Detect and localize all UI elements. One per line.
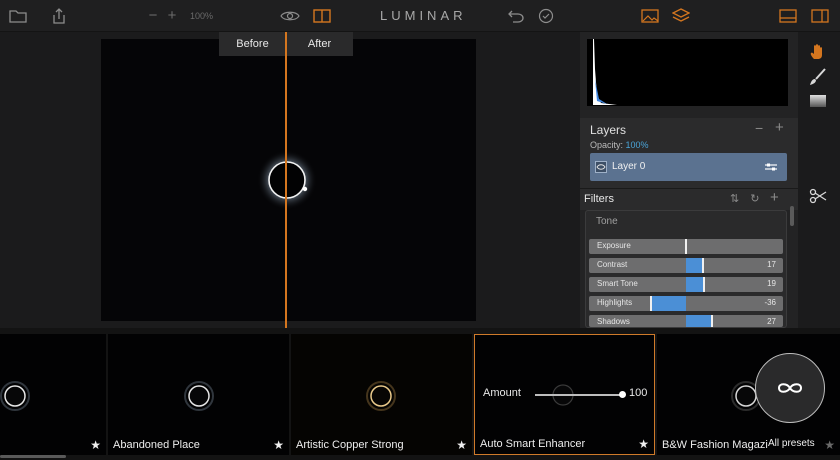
presets-scrollbar[interactable] [0,455,66,458]
zoom-level[interactable]: 100% [190,11,213,21]
slider-label: Highlights [597,298,633,307]
slider-value: 17 [767,260,776,269]
smart-tone-slider[interactable]: Smart Tone 19 [589,277,783,292]
infinity-icon [777,383,803,393]
slider-label: Smart Tone [597,279,638,288]
favorite-star-icon[interactable]: ★ [638,437,649,451]
add-filter-icon[interactable]: + [770,189,779,206]
zoom-in-icon[interactable]: + [162,5,182,25]
eye-preview-icon[interactable] [280,6,300,26]
favorite-star-icon[interactable]: ★ [456,438,467,452]
highlights-slider[interactable]: Highlights -36 [589,296,783,311]
tone-title: Tone [596,216,618,227]
exposure-slider[interactable]: Exposure [589,239,783,254]
opacity-label: Opacity: [590,140,624,150]
tone-filter-panel: Tone Exposure Contrast 17 Smart Tone 19 [585,210,787,328]
opacity-row[interactable]: Opacity: 100% [590,140,649,150]
filters-scrollbar[interactable] [790,206,794,226]
remove-layer-icon[interactable]: − [755,120,763,136]
history-check-icon[interactable] [536,6,556,26]
app-title: LUMINAR [380,8,467,23]
after-label: After [307,38,332,50]
filmstrip-layout-icon[interactable] [778,6,798,26]
sidebar-layout-icon[interactable] [810,6,830,26]
compare-split-icon[interactable] [312,6,332,26]
filter-sort-icon[interactable]: ⇅ [730,193,739,205]
shadows-slider[interactable]: Shadows 27 [589,315,783,327]
opacity-value: 100% [625,140,649,150]
slider-fill [686,277,704,292]
slider-knob[interactable] [711,315,713,327]
slider-fill [686,315,712,327]
layer-settings-icon[interactable] [764,161,778,173]
slider-knob[interactable] [703,277,705,292]
amount-value: 100 [629,387,648,399]
slider-value: 19 [767,279,776,288]
top-toolbar: − + 100% LUMINAR [0,0,840,32]
contrast-slider[interactable]: Contrast 17 [589,258,783,273]
filters-title: Filters [584,193,614,205]
amount-label: Amount [483,387,521,399]
layers-icon[interactable] [671,6,691,26]
hand-tool-icon[interactable] [809,43,829,63]
preset-thumbnail-selected[interactable]: Amount 100 Auto Smart Enhancer ★ [474,334,655,455]
slider-label: Exposure [597,241,631,250]
filter-refresh-icon[interactable]: ↻ [750,193,759,205]
slider-value: -36 [764,298,776,307]
filters-header: Filters ⇅ ↻ + [580,188,798,210]
preset-thumbnail[interactable]: ★ [0,334,106,455]
slider-knob[interactable] [702,258,704,273]
open-folder-icon[interactable] [8,6,28,26]
all-presets-button[interactable] [755,353,825,423]
slider-knob[interactable] [685,239,687,254]
slider-fill [686,258,703,273]
share-icon[interactable] [49,6,69,26]
all-presets-label[interactable]: All presets [768,438,815,449]
slider-label: Shadows [597,317,630,326]
right-panel: Layers − + Opacity: 100% Layer 0 Filters… [580,32,798,328]
layer-visibility-icon[interactable] [595,161,607,173]
favorite-star-icon[interactable]: ★ [90,438,101,452]
preset-name: Abandoned Place [113,439,200,451]
presets-strip: ★ Abandoned Place ★ Artistic Copper Stro… [0,328,840,460]
slider-fill [651,296,686,311]
image-icon[interactable] [640,6,660,26]
luminar-window: − + 100% LUMINAR Before After Layers − +… [0,0,840,460]
compare-split-handle[interactable] [285,32,287,328]
undo-icon[interactable] [506,6,526,26]
histogram [587,39,788,106]
preset-name: Artistic Copper Strong [296,439,404,451]
layers-section: Layers − + Opacity: 100% Layer 0 [580,118,798,188]
layers-title: Layers [590,123,627,137]
amount-slider-knob[interactable] [619,391,626,398]
layer-name: Layer 0 [612,161,646,172]
preset-thumbnail[interactable]: Abandoned Place ★ [108,334,289,455]
canvas-area: Before After [0,32,580,328]
before-label: Before [236,38,269,50]
slider-label: Contrast [597,260,628,269]
amount-slider-track[interactable] [535,394,623,396]
gradient-tool-icon[interactable] [809,94,829,114]
crop-scissors-icon[interactable] [809,188,829,208]
filters-tools: ⇅ ↻ [730,192,760,205]
zoom-out-icon[interactable]: − [143,5,163,25]
add-layer-icon[interactable]: + [775,119,784,136]
favorite-star-icon[interactable]: ★ [824,438,835,452]
favorite-star-icon[interactable]: ★ [273,438,284,452]
eclipse-photo[interactable] [101,39,476,321]
brush-tool-icon[interactable] [809,68,829,88]
layer-row[interactable]: Layer 0 [590,153,787,181]
preset-name: Auto Smart Enhancer [480,438,586,450]
tool-strip [798,32,840,328]
preset-thumbnail[interactable]: Artistic Copper Strong ★ [291,334,472,455]
preset-name: B&W Fashion Magazi [662,439,768,451]
slider-knob[interactable] [650,296,652,311]
slider-value: 27 [767,317,776,326]
